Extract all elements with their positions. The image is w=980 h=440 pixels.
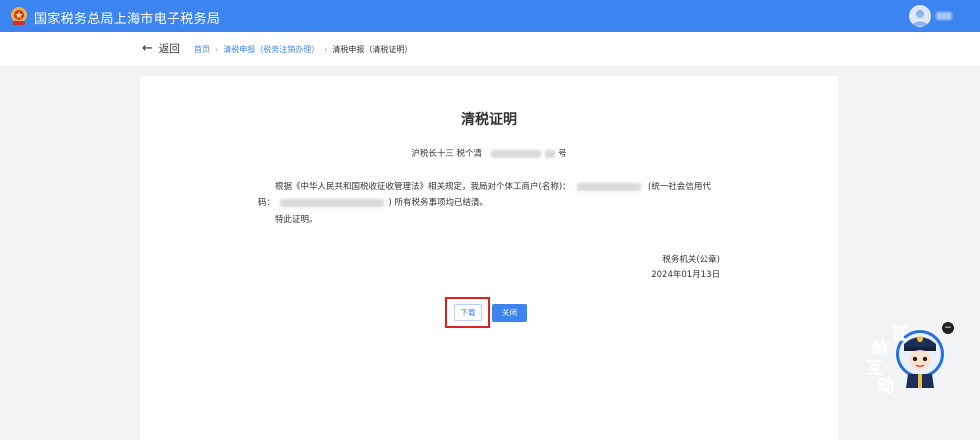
chevron-right-icon: › xyxy=(215,45,219,54)
redacted-credit-code xyxy=(279,198,384,207)
issue-date: 2024年01月13日 xyxy=(651,270,720,280)
number-prefix: 沪税长十三 税个清 xyxy=(411,149,483,159)
breadcrumb: 首页 › 清税申报（税务注销办理） › 清税申报（清税证明） xyxy=(194,44,412,55)
minimize-icon[interactable]: − xyxy=(942,322,954,334)
redacted-business-name xyxy=(577,182,642,191)
user-name[interactable] xyxy=(936,12,952,20)
certificate-number: 沪税长十三 税个清 号 xyxy=(140,147,838,159)
signature-block: 税务机关(公章) 2024年01月13日 xyxy=(651,253,720,283)
certificate-card: 清税证明 沪税长十三 税个清 号 根据《中华人民共和国税收征收管理法》相关规定，… xyxy=(140,76,838,440)
number-suffix: 号 xyxy=(558,149,567,159)
back-button[interactable]: ← 返回 xyxy=(142,41,180,56)
arrow-left-icon: ← xyxy=(142,40,153,56)
breadcrumb-bar: ← 返回 首页 › 清税申报（税务注销办理） › 清税申报（清税证明） xyxy=(0,32,980,66)
user-avatar-icon[interactable] xyxy=(909,5,931,27)
back-label: 返回 xyxy=(158,43,180,55)
breadcrumb-current: 清税申报（清税证明） xyxy=(332,45,413,54)
chevron-right-icon: › xyxy=(324,45,328,54)
document-title: 清税证明 xyxy=(461,112,517,128)
paragraph-text-c: ) 所有税务事项均已结清。 xyxy=(388,198,488,208)
download-button[interactable]: 下载 xyxy=(454,304,482,321)
redacted-number xyxy=(490,149,541,158)
redacted-number-tail xyxy=(545,149,556,158)
certificate-body: 根据《中华人民共和国税收征收管理法》相关规定，我局对个体工商户(名称)： (统一… xyxy=(258,179,722,228)
breadcrumb-home[interactable]: 首页 xyxy=(194,44,210,55)
site-title: 国家税务总局上海市电子税务局 xyxy=(34,12,221,27)
close-button[interactable]: 关闭 xyxy=(492,304,527,322)
assistant-char-1: 征 xyxy=(892,324,909,344)
tax-assistant-widget[interactable]: 征 纳 互 动 xyxy=(862,320,952,400)
tax-authority-seal: 税务机关(公章) xyxy=(662,255,720,265)
assistant-char-4: 动 xyxy=(878,376,895,396)
top-header-bar: 国家税务总局上海市电子税务局 xyxy=(0,0,980,32)
tax-emblem-icon xyxy=(11,7,27,25)
certificate-paragraph: 根据《中华人民共和国税收征收管理法》相关规定，我局对个体工商户(名称)： (统一… xyxy=(258,179,722,211)
paragraph-text-a: 根据《中华人民共和国税收征收管理法》相关规定，我局对个体工商户(名称)： xyxy=(275,182,571,192)
breadcrumb-deregistration[interactable]: 清税申报（税务注销办理） xyxy=(223,44,319,55)
certification-statement: 特此证明。 xyxy=(275,215,318,225)
